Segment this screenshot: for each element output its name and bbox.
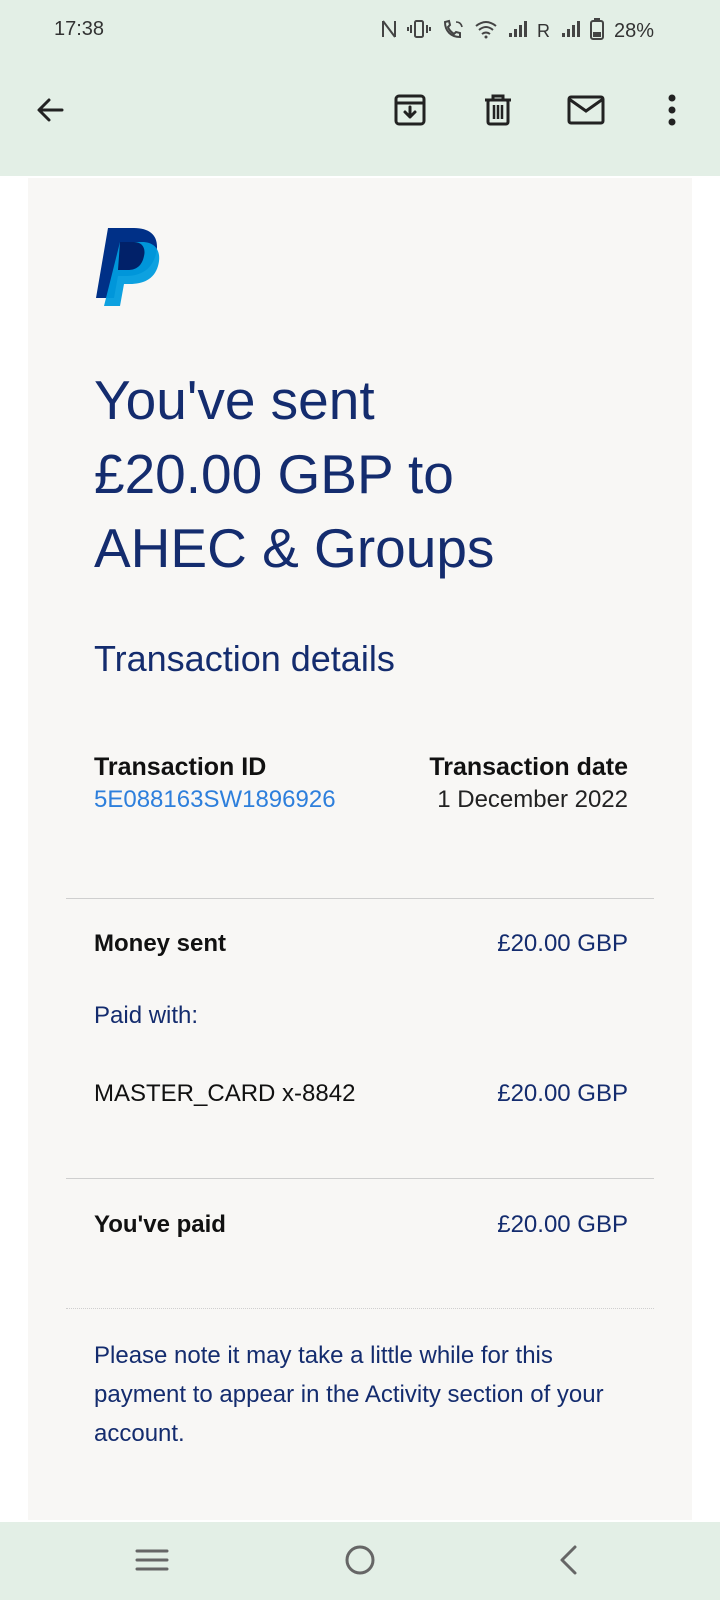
divider xyxy=(66,898,654,899)
battery-icon xyxy=(589,18,604,45)
wifi-icon xyxy=(475,19,497,44)
home-button[interactable] xyxy=(338,1538,382,1582)
back-icon xyxy=(560,1545,577,1575)
headline-line-2: £20.00 GBP to xyxy=(94,443,454,505)
wifi-calling-icon xyxy=(441,19,465,44)
battery-percent: 28% xyxy=(613,20,654,42)
card-value: £20.00 GBP xyxy=(497,1080,628,1107)
total-label: You've paid xyxy=(94,1211,226,1238)
back-button[interactable] xyxy=(28,88,72,132)
email-body: You've sent £20.00 GBP to AHEC & Groups … xyxy=(28,178,692,1520)
signal-icon xyxy=(507,19,527,44)
status-bar: 17:38 R 28% xyxy=(0,0,720,60)
headline: You've sent £20.00 GBP to AHEC & Groups xyxy=(94,363,654,585)
transaction-date-value: 1 December 2022 xyxy=(437,786,628,813)
divider xyxy=(66,1178,654,1179)
transaction-date-label: Transaction date xyxy=(429,753,628,781)
mark-unread-icon xyxy=(567,95,605,125)
navigation-bar xyxy=(0,1522,720,1600)
transaction-id-label: Transaction ID xyxy=(94,753,267,781)
signal-roaming-icon xyxy=(560,19,580,44)
app-bar xyxy=(0,60,720,176)
divider xyxy=(66,1308,654,1309)
status-icons: R 28% xyxy=(381,18,654,45)
card-label: MASTER_CARD x-8842 xyxy=(94,1080,356,1107)
note-text: Please note it may take a little while f… xyxy=(94,1342,604,1447)
delete-icon xyxy=(485,94,511,126)
vibrate-icon xyxy=(406,19,431,44)
recents-icon xyxy=(135,1549,169,1571)
roaming-indicator: R xyxy=(536,21,550,41)
mark-unread-button[interactable] xyxy=(564,88,608,132)
nfc-icon xyxy=(381,19,397,44)
more-vert-icon xyxy=(668,94,676,126)
transaction-id-link[interactable]: 5E088163SW1896926 xyxy=(94,786,336,814)
more-options-button[interactable] xyxy=(650,88,694,132)
home-icon xyxy=(345,1545,375,1575)
headline-line-1: You've sent xyxy=(94,369,375,431)
total-value: £20.00 GBP xyxy=(497,1211,628,1238)
section-title: Transaction details xyxy=(94,638,395,679)
paid-with-label: Paid with: xyxy=(94,1002,199,1029)
archive-icon xyxy=(394,94,426,126)
status-time: 17:38 xyxy=(54,18,105,40)
archive-button[interactable] xyxy=(388,88,432,132)
money-sent-value: £20.00 GBP xyxy=(497,930,628,957)
recents-button[interactable] xyxy=(130,1538,174,1582)
headline-line-3: AHEC & Groups xyxy=(94,517,495,579)
delete-button[interactable] xyxy=(476,88,520,132)
money-sent-label: Money sent xyxy=(94,930,227,957)
back-arrow-icon xyxy=(37,98,64,122)
paypal-logo xyxy=(94,228,164,308)
system-back-button[interactable] xyxy=(546,1538,590,1582)
